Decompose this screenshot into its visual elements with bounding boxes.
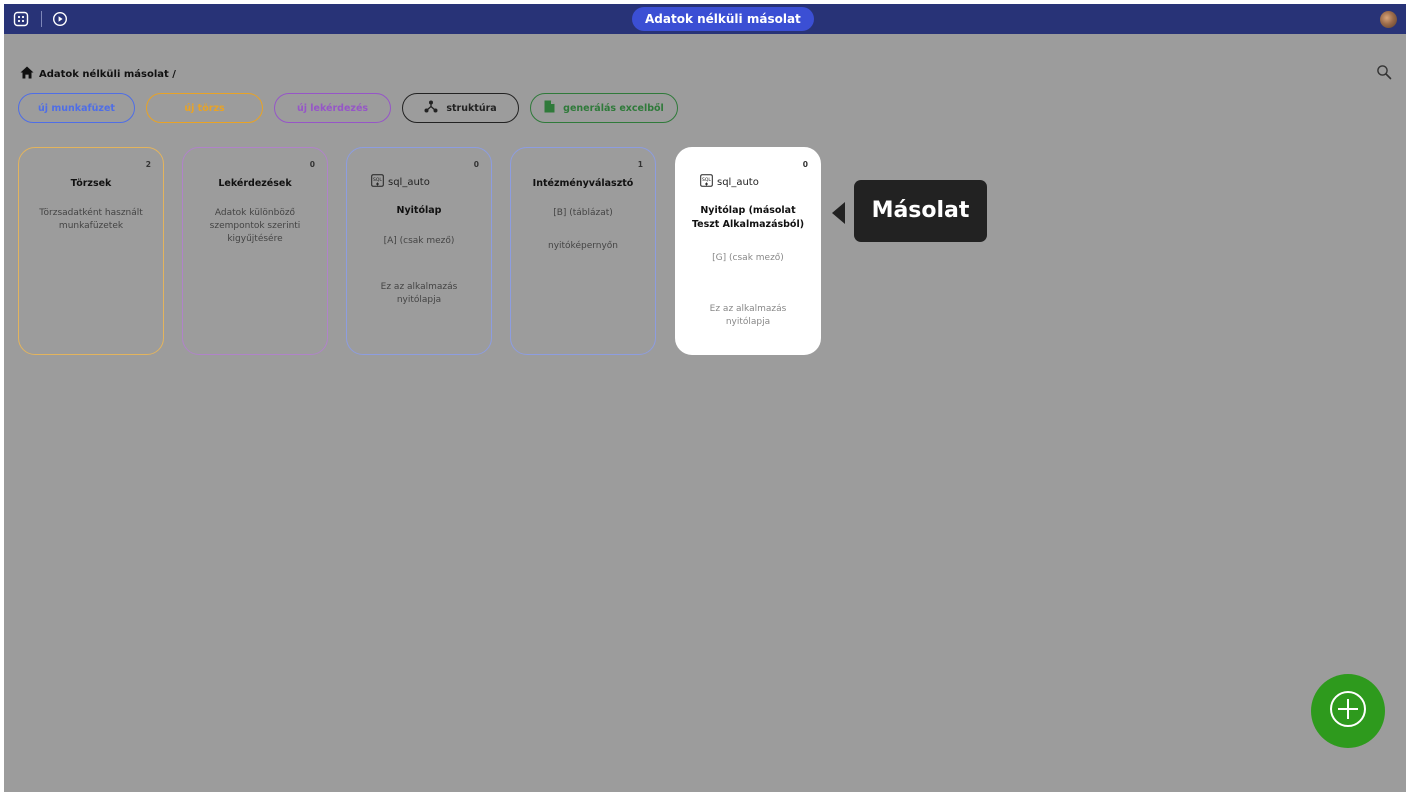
- breadcrumb-path[interactable]: Adatok nélküli másolat /: [39, 69, 176, 80]
- generate-excel-button[interactable]: generálás excelből: [530, 93, 678, 123]
- card-title: Lekérdezések: [218, 178, 292, 189]
- structure-button[interactable]: struktúra: [402, 93, 519, 123]
- card-intezmenyvalaszto[interactable]: 1 Intézményválasztó [B] (táblázat) nyitó…: [510, 147, 656, 355]
- grid-icon[interactable]: [12, 10, 30, 28]
- structure-label: struktúra: [446, 102, 497, 114]
- new-query-label: új lekérdezés: [296, 102, 369, 114]
- app-frame: Adatok nélküli másolat Adatok nélküli má…: [4, 4, 1406, 792]
- card-title: Nyitólap: [396, 205, 442, 216]
- card-count: 2: [145, 160, 151, 169]
- card-title: Intézményválasztó: [532, 178, 634, 189]
- card-count: 1: [637, 160, 643, 169]
- top-bar: Adatok nélküli másolat: [4, 4, 1406, 34]
- card-subdescription: Ez az alkalmazás nyitólapja: [709, 304, 787, 327]
- card-description: Adatok különböző szempontok szerinti kig…: [209, 208, 301, 244]
- card-count: 0: [473, 160, 479, 169]
- home-icon[interactable]: [20, 66, 34, 82]
- card-description: [A] (csak mező): [383, 236, 455, 246]
- generate-excel-label: generálás excelből: [563, 102, 664, 114]
- structure-icon: [424, 100, 438, 116]
- new-workbook-button[interactable]: új munkafüzet: [18, 93, 135, 123]
- card-title: Nyitólap (másolat Teszt Alkalmazásból): [691, 205, 805, 230]
- card-torzsek[interactable]: 2 Törzsek Törzsadatként használt munkafü…: [18, 147, 164, 355]
- card-subdescription: nyitóképernyőn: [547, 241, 619, 251]
- card-count: 0: [802, 160, 808, 169]
- card-title: Törzsek: [70, 178, 112, 189]
- new-workbook-label: új munkafüzet: [38, 102, 115, 114]
- search-icon[interactable]: [1376, 64, 1392, 80]
- new-master-label: új törzs: [184, 102, 225, 114]
- copy-tooltip: Másolat: [854, 180, 987, 242]
- new-query-button[interactable]: új lekérdezés: [274, 93, 391, 123]
- svg-text:SQL: SQL: [373, 177, 382, 183]
- tooltip-arrow: [832, 202, 845, 224]
- card-nyitolap[interactable]: 0 SQL sql_auto Nyitólap [A] (csak mező) …: [346, 147, 492, 355]
- card-subdescription: Ez az alkalmazás nyitólapja: [380, 282, 458, 305]
- plus-circle-icon: [1328, 689, 1368, 733]
- app-title-pill[interactable]: Adatok nélküli másolat: [632, 7, 814, 31]
- sql-tag: SQL sql_auto: [371, 174, 430, 190]
- card-lekerdezesek[interactable]: 0 Lekérdezések Adatok különböző szempont…: [182, 147, 328, 355]
- svg-text:SQL: SQL: [702, 177, 711, 183]
- card-description: Törzsadatként használt munkafüzetek: [39, 208, 143, 231]
- sql-tag-label: sql_auto: [717, 176, 759, 188]
- card-nyitolap-copy[interactable]: 0 SQL sql_auto Nyitólap (másolat Teszt A…: [675, 147, 821, 355]
- user-avatar[interactable]: [1380, 11, 1397, 28]
- sql-tag: SQL sql_auto: [700, 174, 759, 190]
- sql-tag-label: sql_auto: [388, 176, 430, 188]
- document-icon: [544, 100, 555, 116]
- breadcrumb: Adatok nélküli másolat /: [20, 66, 176, 82]
- sql-icon: SQL: [371, 174, 384, 190]
- card-description: [B] (táblázat): [553, 208, 613, 218]
- topbar-divider: [41, 11, 42, 27]
- card-count: 0: [309, 160, 315, 169]
- sql-icon: SQL: [700, 174, 713, 190]
- add-button[interactable]: [1311, 674, 1385, 748]
- play-icon[interactable]: [51, 10, 69, 28]
- card-description: [G] (csak mező): [712, 253, 784, 263]
- new-master-button[interactable]: új törzs: [146, 93, 263, 123]
